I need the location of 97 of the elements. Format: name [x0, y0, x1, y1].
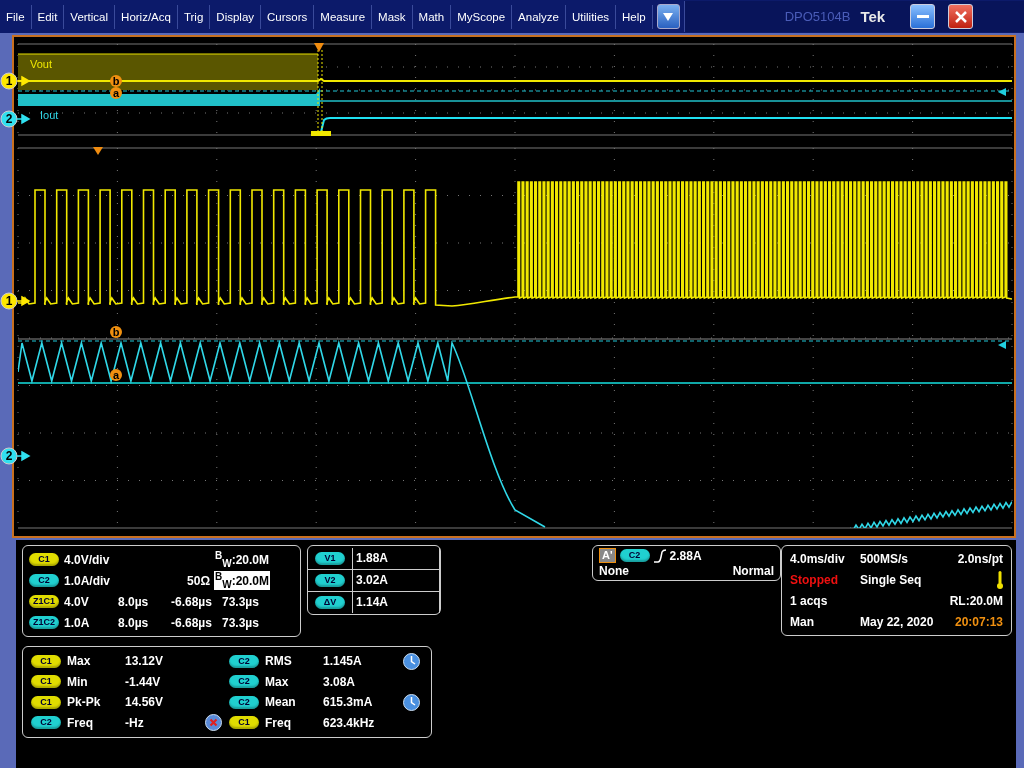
measurement-badge[interactable]: C1: [31, 675, 61, 689]
cursor-value: 1.88A: [352, 548, 440, 569]
time-scale: 4.0ms/div: [790, 552, 846, 566]
termination: 50Ω: [186, 573, 211, 588]
close-icon: [954, 10, 967, 23]
model-name: DPO5104B: [784, 9, 851, 24]
zoom-scale: 4.0V: [64, 594, 89, 609]
measurement-value: 615.3mA: [323, 695, 374, 710]
menu-item[interactable]: Trig: [177, 4, 211, 29]
waveform-label: Iout: [40, 109, 59, 121]
trigger-level: 2.88A: [669, 548, 702, 563]
minimize-icon: [916, 14, 929, 19]
clock-icon: [403, 693, 420, 711]
menu-item[interactable]: Horiz/Acq: [115, 4, 178, 29]
cursor-badge[interactable]: V2: [315, 574, 345, 587]
measurement-name: Freq: [265, 715, 292, 730]
trigger-source-badge[interactable]: C2: [619, 549, 650, 562]
cursor-marker[interactable]: b: [110, 326, 122, 338]
thermometer-icon: [997, 571, 1003, 589]
waveform-label: Vout: [30, 58, 53, 70]
menu-item[interactable]: Display: [210, 4, 262, 29]
trigger-mode: Normal: [732, 563, 774, 578]
cursor-value: 1.14A: [352, 592, 440, 613]
dropdown-button[interactable]: [656, 4, 680, 29]
menu-item[interactable]: Measure: [314, 4, 373, 29]
measurement-value: -1.44V: [125, 674, 162, 689]
acquisition-state: Stopped: [790, 573, 839, 587]
run-mode: Single Seq: [860, 573, 923, 587]
cursor-value: 3.02A: [352, 570, 440, 591]
zoom-position: 8.0µs: [118, 594, 149, 609]
measurement-name: Min: [67, 674, 89, 689]
cursor-marker[interactable]: b: [110, 75, 122, 87]
measurement-badge[interactable]: C2: [229, 654, 259, 668]
measurement-name: Max: [265, 674, 290, 689]
vertical-scale: 1.0A/div: [64, 573, 112, 588]
menu-item[interactable]: Utilities: [566, 4, 617, 29]
close-button[interactable]: [948, 4, 974, 29]
cursor-badge[interactable]: ΔV: [315, 596, 345, 609]
zoom-width: 73.3µs: [222, 615, 259, 630]
measurement-value: 3.08A: [323, 674, 357, 689]
menu-item[interactable]: Vertical: [64, 4, 116, 29]
cursor-marker[interactable]: a: [110, 369, 122, 381]
zoom-offset: -6.68µs: [171, 594, 212, 609]
caret-icon: [663, 12, 674, 21]
trigger-position-icon: [93, 147, 103, 155]
brand-logo: Tek: [860, 8, 886, 25]
zoom-position: 8.0µs: [118, 615, 149, 630]
level-marker-icon: [998, 88, 1006, 96]
menu-item[interactable]: Math: [412, 4, 452, 29]
channel-badge[interactable]: Z1C1: [29, 595, 59, 608]
measurement-value: 1.145A: [323, 654, 363, 669]
rising-edge-icon: [653, 548, 666, 563]
time: 20:07:13: [954, 615, 1003, 629]
zoom-width: 73.3µs: [222, 594, 259, 609]
measurement-name: Mean: [265, 695, 297, 710]
record-length: RL:20.0M: [949, 594, 1003, 608]
menu-item[interactable]: MyScope: [451, 4, 513, 29]
menu-item[interactable]: File: [0, 4, 32, 29]
cursor-marker[interactable]: a: [110, 87, 122, 99]
measurement-badge[interactable]: C1: [31, 695, 61, 709]
zoom-scale: 1.0A: [64, 615, 90, 630]
time-resolution: 2.0ns/pt: [957, 552, 1003, 566]
measurement-value: -Hz: [125, 715, 145, 730]
date: May 22, 2020: [860, 615, 935, 629]
measurement-value: 14.56V: [125, 695, 165, 710]
menu-item[interactable]: Help: [616, 4, 653, 29]
menu-item[interactable]: Cursors: [261, 4, 315, 29]
minimize-button[interactable]: [910, 4, 936, 29]
vertical-scale: 4.0V/div: [64, 552, 111, 567]
trigger-coupling: None: [599, 563, 629, 578]
measurement-name: Freq: [67, 715, 94, 730]
measurement-name: RMS: [265, 654, 293, 669]
measurement-value: 13.12V: [125, 654, 165, 669]
error-icon: [205, 714, 222, 732]
channel-badge[interactable]: C1: [29, 553, 59, 567]
measurement-name: Pk-Pk: [67, 695, 102, 710]
cursor-badge[interactable]: V1: [315, 552, 345, 565]
trigger-position-icon: [314, 43, 324, 52]
channel-badge[interactable]: Z1C2: [29, 616, 59, 629]
channel-badge[interactable]: C2: [29, 574, 59, 588]
level-marker-icon: [998, 341, 1006, 349]
measurement-value: 623.4kHz: [323, 715, 376, 730]
menu-item[interactable]: Analyze: [512, 4, 566, 29]
sample-rate: 500MS/s: [860, 552, 910, 566]
measurement-badge[interactable]: C1: [31, 654, 61, 668]
clock-icon: [403, 652, 420, 670]
measurement-badge[interactable]: C2: [229, 675, 259, 689]
measurement-badge[interactable]: C2: [229, 695, 259, 709]
zoom-offset: -6.68µs: [171, 615, 212, 630]
trigger-sequence-label[interactable]: A': [599, 548, 616, 563]
menu-item[interactable]: Edit: [31, 4, 65, 29]
measurement-badge[interactable]: C1: [229, 716, 259, 730]
menu-item[interactable]: Mask: [372, 4, 413, 29]
trigger-source-mode: Man: [790, 615, 815, 629]
measurement-name: Max: [67, 654, 92, 669]
measurement-badge[interactable]: C2: [31, 716, 61, 730]
acquisition-count: 1 acqs: [790, 594, 829, 608]
